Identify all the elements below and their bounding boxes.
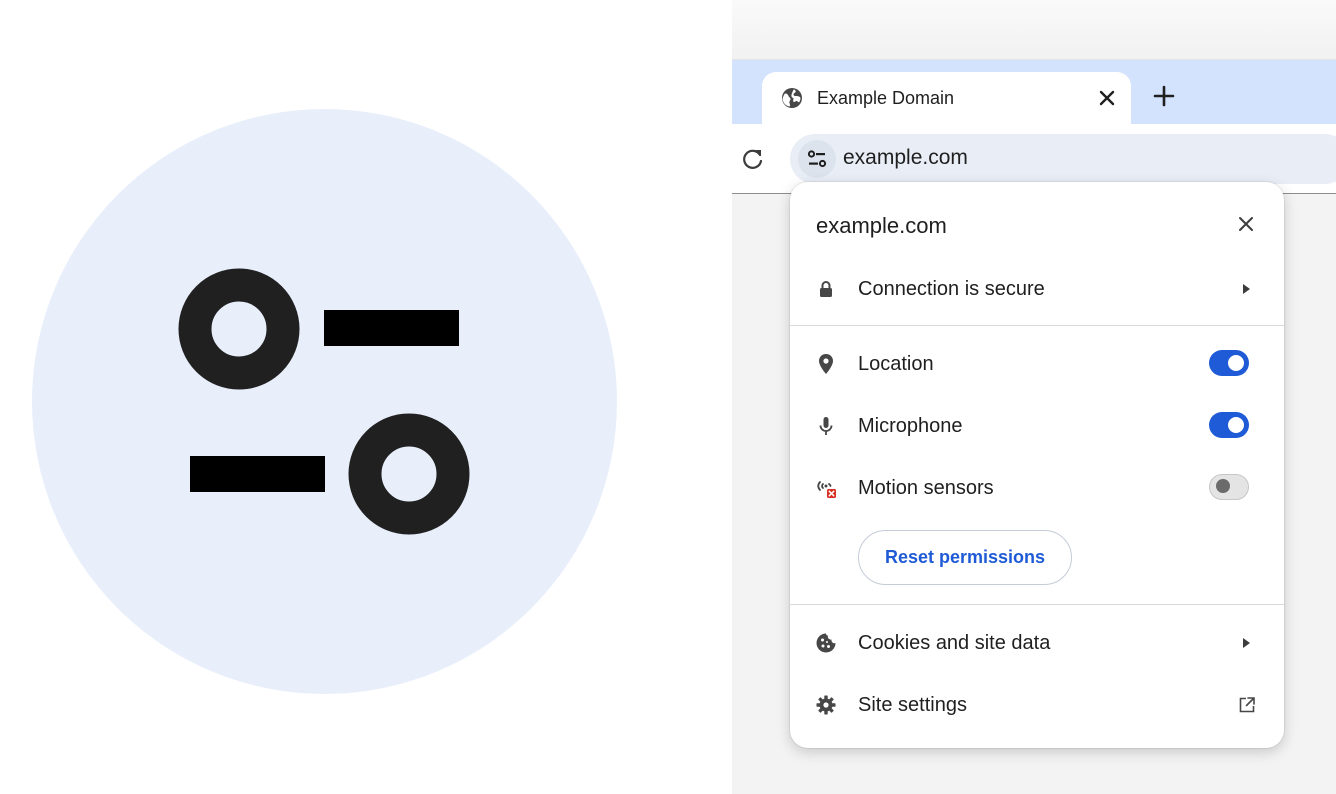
divider: [790, 325, 1284, 326]
title-bar: [732, 0, 1336, 60]
omnibox-url: example.com: [843, 146, 968, 169]
open-in-new-icon: [1239, 697, 1255, 713]
microphone-toggle[interactable]: [1209, 412, 1249, 438]
bubble-title: example.com: [816, 213, 947, 238]
permission-row-microphone: Microphone: [790, 401, 1284, 451]
permission-label: Motion sensors: [858, 477, 994, 499]
motion-sensors-blocked-icon: [817, 481, 836, 498]
browser-window: Example Domain example.com example.com C…: [732, 0, 1336, 794]
reload-icon[interactable]: [740, 146, 766, 172]
tab-strip: Example Domain: [732, 60, 1336, 124]
gear-icon: [816, 695, 836, 715]
cookie-icon: [816, 633, 836, 653]
new-tab-plus-icon[interactable]: [1152, 84, 1176, 108]
site-settings-row[interactable]: Site settings: [790, 680, 1284, 730]
site-info-chip[interactable]: [798, 140, 836, 178]
motion-sensors-toggle[interactable]: [1209, 474, 1249, 500]
chevron-right-icon: [1243, 284, 1250, 294]
site-settings-label: Site settings: [858, 694, 967, 716]
divider: [790, 604, 1284, 605]
reset-permissions-button[interactable]: Reset permissions: [858, 530, 1072, 585]
tab-example-domain[interactable]: Example Domain: [762, 72, 1131, 124]
chevron-right-icon: [1243, 638, 1250, 648]
tab-title: Example Domain: [817, 88, 955, 108]
permission-row-location: Location: [790, 339, 1284, 389]
permission-row-motion-sensors: Motion sensors: [790, 463, 1284, 513]
page-info-bubble: example.com Connection is secure Locatio…: [790, 182, 1284, 748]
microphone-icon: [819, 417, 833, 435]
cookies-label: Cookies and site data: [858, 632, 1051, 654]
globe-icon: [782, 88, 802, 108]
permission-label: Location: [858, 353, 934, 375]
tune-icon: [178, 268, 470, 535]
close-icon[interactable]: [1237, 215, 1255, 233]
omnibox[interactable]: example.com: [790, 134, 1336, 184]
tune-icon: [807, 150, 827, 168]
close-icon[interactable]: [1096, 87, 1118, 109]
tune-icon-enlarged: [32, 109, 617, 694]
connection-label: Connection is secure: [858, 278, 1045, 300]
location-pin-icon: [819, 354, 833, 374]
cookies-row[interactable]: Cookies and site data: [790, 618, 1284, 668]
location-toggle[interactable]: [1209, 350, 1249, 376]
connection-row[interactable]: Connection is secure: [790, 264, 1284, 314]
lock-icon: [820, 281, 832, 297]
permission-label: Microphone: [858, 415, 963, 437]
